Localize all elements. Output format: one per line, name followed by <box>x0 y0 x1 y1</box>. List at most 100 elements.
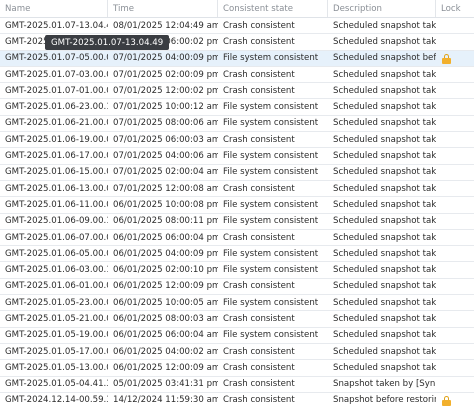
table-header: Name Time Consistent state Description L… <box>0 0 474 18</box>
cell-lock <box>436 83 474 98</box>
column-header-consistent-state[interactable]: Consistent state <box>218 0 328 17</box>
cell-consistent-state: File system consistent <box>223 248 319 259</box>
cell-consistent-state: Crash consistent <box>223 20 295 31</box>
cell-description: Snapshot taken by [Syn… <box>333 379 436 390</box>
column-header-time[interactable]: Time <box>108 0 218 17</box>
cell-name: GMT-2025.01.05-04.41.31 <box>5 379 108 390</box>
column-header-name[interactable]: Name <box>0 0 108 17</box>
cell-time: 06/01/2025 06:00:04 am <box>113 330 218 341</box>
cell-lock <box>436 311 474 326</box>
cell-description: Scheduled snapshot befo… <box>333 53 436 64</box>
cell-name: GMT-2025.01.07-05.00.09 <box>5 53 108 64</box>
cell-description: Scheduled snapshot take… <box>333 69 436 80</box>
table-row[interactable]: GMT-2024.12.14-00.59.30 14/12/2024 11:59:… <box>0 393 474 408</box>
column-header-lock[interactable]: Lock <box>436 0 474 17</box>
table-row[interactable]: GMT-2025.01.07-13.04.49 08/01/2025 12:04:… <box>0 18 474 35</box>
table-row[interactable]: GMT-2025.01.07-03.00.09 07/01/2025 02:00:… <box>0 67 474 84</box>
cell-description: Scheduled snapshot take… <box>333 20 436 31</box>
table-row[interactable]: GMT-2025.01.06-13.00.08 07/01/2025 12:00:… <box>0 181 474 198</box>
table-row[interactable]: GMT-2025.01.05-23.00.05 06/01/2025 10:00:… <box>0 295 474 312</box>
cell-lock <box>436 197 474 212</box>
cell-consistent-state: File system consistent <box>223 167 319 178</box>
cell-description: Scheduled snapshot take… <box>333 199 436 210</box>
cell-name: GMT-2025.01.06-17.00.06 <box>5 151 108 162</box>
cell-lock <box>436 34 474 49</box>
cell-name: GMT-2025.01.06-07.00.04 <box>5 232 108 243</box>
cell-consistent-state: Crash consistent <box>223 183 295 194</box>
cell-lock <box>436 214 474 229</box>
cell-lock <box>436 230 474 245</box>
cell-time: 06/01/2025 04:00:02 am <box>113 346 218 357</box>
cell-time: 14/12/2024 11:59:30 am <box>113 395 218 406</box>
table-row[interactable]: GMT-2025.01.06-01.00.09 06/01/2025 12:00:… <box>0 279 474 296</box>
cell-description: Scheduled snapshot take… <box>333 102 436 113</box>
table-row[interactable]: GMT-2025.01.06-23.00.12 07/01/2025 10:00:… <box>0 99 474 116</box>
table-row[interactable]: GMT-2025.01.06-09.00.11 06/01/2025 08:00:… <box>0 214 474 230</box>
cell-description: Scheduled snapshot take… <box>333 297 436 308</box>
table-row[interactable]: GMT-2025.01.06-05.00.09 06/01/2025 04:00:… <box>0 246 474 263</box>
cell-consistent-state: Crash consistent <box>223 379 295 390</box>
cell-description: Scheduled snapshot take… <box>333 118 436 129</box>
name-tooltip: GMT-2025.01.07-13.04.49 <box>45 35 170 50</box>
cell-description: Scheduled snapshot take… <box>333 265 436 276</box>
column-header-description[interactable]: Description <box>328 0 436 17</box>
table-row[interactable]: GMT-2025.01.06-07.00.04 06/01/2025 06:00:… <box>0 230 474 247</box>
table-row[interactable]: GMT-2025.01.05-13.00.09 06/01/2025 12:00:… <box>0 360 474 377</box>
cell-name: GMT-2025.01.07-13.04.49 <box>5 20 108 31</box>
cell-time: 06/01/2025 06:00:04 pm <box>113 232 218 243</box>
cell-consistent-state: Crash consistent <box>223 346 295 357</box>
cell-description: Scheduled snapshot take… <box>333 134 436 145</box>
table-row[interactable]: GMT-2025.01.06-11.00.08 06/01/2025 10:00:… <box>0 197 474 214</box>
snapshot-table: Name Time Consistent state Description L… <box>0 0 474 408</box>
cell-time: 07/01/2025 04:00:09 pm <box>113 53 218 64</box>
table-row[interactable]: GMT-2025.01.05-17.00.02 06/01/2025 04:00:… <box>0 344 474 361</box>
cell-time: 06/01/2025 08:00:11 pm <box>113 216 218 227</box>
cell-description: Scheduled snapshot take… <box>333 313 436 324</box>
cell-consistent-state: Crash consistent <box>223 134 295 145</box>
cell-lock <box>436 99 474 114</box>
cell-time: 07/01/2025 10:00:12 am <box>113 102 218 113</box>
cell-lock <box>436 116 474 131</box>
cell-time: 07/01/2025 12:00:02 pm <box>113 85 218 96</box>
cell-lock <box>436 67 474 82</box>
cell-lock <box>436 246 474 261</box>
cell-consistent-state: File system consistent <box>223 102 319 113</box>
cell-description: Scheduled snapshot take… <box>333 151 436 162</box>
cell-name: GMT-2025.01.05-19.00.04 <box>5 330 108 341</box>
table-row[interactable]: GMT-2025.01.06-21.00.06 07/01/2025 08:00:… <box>0 116 474 133</box>
table-row[interactable]: GMT-2025.01.07-01.00.02 07/01/2025 12:00:… <box>0 83 474 100</box>
table-row[interactable]: GMT-2025.01.06-17.00.06 07/01/2025 04:00:… <box>0 148 474 165</box>
cell-consistent-state: File system consistent <box>223 151 319 162</box>
cell-name: GMT-2025.01.06-05.00.09 <box>5 248 108 259</box>
cell-name: GMT-2025.01.06-19.00.03 <box>5 134 108 145</box>
table-row[interactable]: GMT-2025.01.05-21.00.03 06/01/2025 08:00:… <box>0 311 474 328</box>
table-row[interactable]: GMT-2025.01.07-05.00.09 07/01/2025 04:00:… <box>0 50 474 67</box>
cell-consistent-state: File system consistent <box>223 199 319 210</box>
cell-consistent-state: File system consistent <box>223 53 319 64</box>
cell-description: Scheduled snapshot take… <box>333 248 436 259</box>
table-row[interactable]: GMT-2025.01.05-19.00.04 06/01/2025 06:00:… <box>0 328 474 344</box>
cell-lock <box>436 181 474 196</box>
cell-name: GMT-2025.01.06-13.00.08 <box>5 183 108 194</box>
cell-time: 06/01/2025 10:00:08 pm <box>113 199 218 210</box>
cell-name: GMT-2025.01.06-21.00.06 <box>5 118 108 129</box>
cell-consistent-state: File system consistent <box>223 118 319 129</box>
cell-time: 06/01/2025 04:00:09 pm <box>113 248 218 259</box>
cell-description: Scheduled snapshot take… <box>333 281 436 292</box>
table-row[interactable]: GMT-2025.01.06-19.00.03 07/01/2025 06:00:… <box>0 132 474 149</box>
table-row[interactable]: GMT-2025.01.06-03.00.10 06/01/2025 02:00:… <box>0 262 474 279</box>
table-body: GMT-2025.01.07-13.04.49 08/01/2025 12:04:… <box>0 18 474 408</box>
cell-consistent-state: Crash consistent <box>223 395 295 406</box>
table-row[interactable]: GMT-2025.01.06-15.00.04 07/01/2025 02:00:… <box>0 165 474 181</box>
cell-time: 07/01/2025 02:00:09 pm <box>113 69 218 80</box>
cell-name: GMT-2025.01.06-15.00.04 <box>5 167 108 178</box>
table-row[interactable]: GMT-2025.01.05-04.41.31 05/01/2025 03:41:… <box>0 377 474 393</box>
cell-lock <box>436 132 474 147</box>
cell-consistent-state: Crash consistent <box>223 69 295 80</box>
lock-icon <box>442 53 451 64</box>
cell-lock <box>436 360 474 375</box>
cell-name: GMT-2025.01.06-09.00.11 <box>5 216 108 227</box>
cell-time: 07/01/2025 04:00:06 am <box>113 151 218 162</box>
cell-lock <box>436 295 474 310</box>
cell-lock <box>436 279 474 294</box>
